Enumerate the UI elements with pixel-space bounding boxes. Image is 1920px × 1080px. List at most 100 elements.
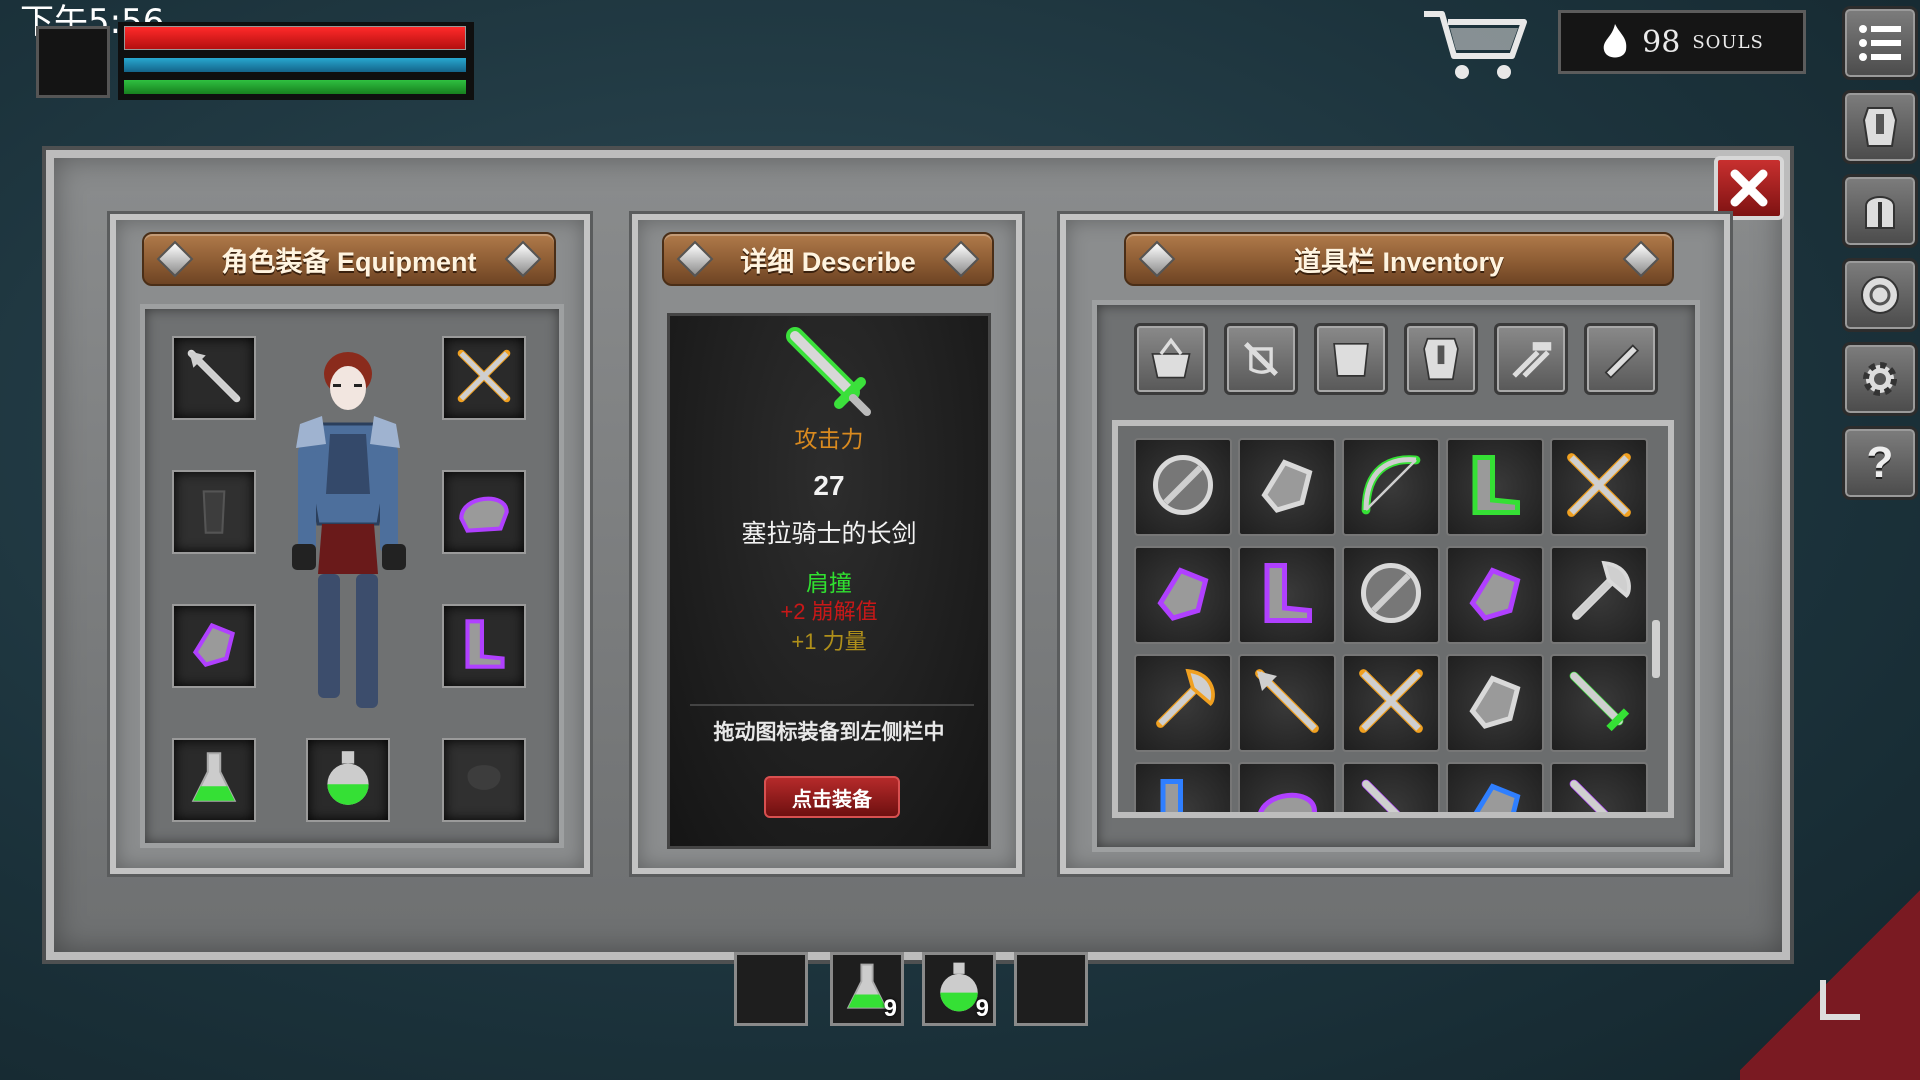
shield-icon	[1351, 553, 1431, 638]
gauntlet-icon	[1455, 661, 1535, 746]
drag-hint: 拖动图标装备到左侧栏中	[713, 721, 945, 744]
inventory-item[interactable]	[1134, 546, 1232, 644]
inventory-item[interactable]	[1550, 762, 1648, 812]
inventory-scrollbar[interactable]	[1652, 620, 1660, 678]
close-button[interactable]	[1714, 156, 1784, 220]
boots-icon	[1143, 769, 1223, 812]
shoulder-armor-icon	[451, 477, 517, 548]
describe-title-banner: 详细 Describe	[662, 232, 994, 286]
stamina-bar	[124, 80, 466, 94]
souls-label: SOULS	[1692, 31, 1764, 53]
helmet-icon	[1865, 196, 1895, 229]
crossed-swords-icon	[1351, 661, 1431, 746]
inventory-item[interactable]	[1342, 654, 1440, 752]
equip-slot[interactable]	[442, 738, 526, 822]
inventory-item[interactable]	[1134, 438, 1232, 536]
crossed-swords-icon	[451, 343, 517, 414]
equip-slot[interactable]	[442, 604, 526, 688]
equip-slot[interactable]	[172, 336, 256, 420]
axe-icon	[1559, 553, 1639, 638]
inventory-item[interactable]	[1134, 654, 1232, 752]
inventory-item[interactable]	[1446, 762, 1544, 812]
describe-title: 详细 Describe	[740, 246, 916, 277]
inventory-item[interactable]	[1550, 654, 1648, 752]
menu-settings-button[interactable]	[1842, 342, 1918, 416]
inventory-item[interactable]	[1238, 438, 1336, 536]
axe-icon	[1143, 661, 1223, 746]
banner-gem-icon	[156, 240, 194, 278]
gauntlet-icon	[181, 611, 247, 682]
quick-slot-count: 9	[883, 995, 897, 1022]
menu-helmet-button[interactable]	[1842, 174, 1918, 248]
equip-slot[interactable]	[172, 470, 256, 554]
inventory-item[interactable]	[1342, 546, 1440, 644]
menu-list-button[interactable]	[1842, 6, 1918, 80]
inventory-title: 道具栏 Inventory	[1293, 246, 1505, 277]
armor-chest-icon	[1333, 342, 1369, 377]
quick-slot[interactable]: 9	[922, 952, 996, 1026]
sword-icon	[1351, 769, 1431, 812]
equipment-title-banner: 角色装备 Equipment	[142, 232, 556, 286]
crossed-swords-icon	[1559, 445, 1639, 530]
shield-icon	[1143, 445, 1223, 530]
inventory-item[interactable]	[1446, 654, 1544, 752]
player-portrait[interactable]	[36, 26, 110, 98]
item-bonus-1: +2 崩解值	[780, 599, 878, 624]
gauntlet-icon	[1455, 769, 1535, 812]
resize-corner-icon[interactable]	[1820, 980, 1860, 1020]
gauntlet-icon	[1455, 553, 1535, 638]
gauntlet-icon	[1247, 445, 1327, 530]
gear-icon	[1863, 362, 1897, 396]
inventory-item[interactable]	[1238, 762, 1336, 812]
menu-emblem-button[interactable]	[1842, 258, 1918, 332]
inventory-item[interactable]	[1446, 438, 1544, 536]
item-bonus-2: +1 力量	[791, 629, 867, 654]
potion-flask-icon	[181, 745, 247, 816]
inventory-item[interactable]	[1342, 438, 1440, 536]
boots-icon	[451, 611, 517, 682]
inventory-item[interactable]	[1446, 546, 1544, 644]
status-bars	[118, 22, 474, 100]
inventory-item[interactable]	[1238, 546, 1336, 644]
inventory-item[interactable]	[1134, 762, 1232, 812]
flame-icon	[1603, 24, 1627, 58]
equip-slot[interactable]	[442, 470, 526, 554]
inventory-tab[interactable]	[1314, 323, 1388, 395]
shoulder-armor-icon	[1247, 769, 1327, 812]
item-name: 塞拉骑士的长剑	[741, 520, 917, 548]
inventory-tab[interactable]	[1584, 323, 1658, 395]
equip-button[interactable]: 点击装备	[764, 776, 900, 818]
bow-icon	[1351, 445, 1431, 530]
inventory-tab[interactable]	[1404, 323, 1478, 395]
equip-slot[interactable]	[172, 738, 256, 822]
item-detail-card: 攻击力 27 塞拉骑士的长剑 肩撞 +2 崩解值 +1 力量 拖动图标装备到左侧…	[667, 313, 991, 849]
item-skill: 肩撞	[806, 570, 852, 596]
quick-slot[interactable]	[734, 952, 808, 1026]
inventory-tab[interactable]	[1134, 323, 1208, 395]
menu-help-button[interactable]: ?	[1842, 426, 1918, 500]
inventory-grid[interactable]	[1112, 420, 1674, 818]
sword-icon	[1559, 769, 1639, 812]
inventory-title-banner: 道具栏 Inventory	[1124, 232, 1674, 286]
stat-label: 攻击力	[794, 426, 864, 452]
spear-icon	[181, 343, 247, 414]
inventory-item[interactable]	[1550, 546, 1648, 644]
boots-icon	[1455, 445, 1535, 530]
souls-count: 98	[1642, 24, 1681, 60]
quick-slot[interactable]	[1014, 952, 1088, 1026]
inventory-item[interactable]	[1342, 762, 1440, 812]
equip-slot[interactable]	[306, 738, 390, 822]
banner-gem-icon	[942, 240, 980, 278]
equip-slot[interactable]	[172, 604, 256, 688]
inventory-tab[interactable]	[1494, 323, 1568, 395]
sword-shield-icon	[1244, 342, 1278, 376]
inventory-item[interactable]	[1550, 438, 1648, 536]
gauntlet-icon	[1143, 553, 1223, 638]
inventory-tab[interactable]	[1224, 323, 1298, 395]
equip-slot[interactable]	[442, 336, 526, 420]
quick-slot[interactable]: 9	[830, 952, 904, 1026]
basket-icon	[1151, 337, 1191, 379]
menu-armor-button[interactable]	[1842, 90, 1918, 164]
inventory-item[interactable]	[1238, 654, 1336, 752]
shop-cart-icon[interactable]	[1420, 4, 1530, 86]
